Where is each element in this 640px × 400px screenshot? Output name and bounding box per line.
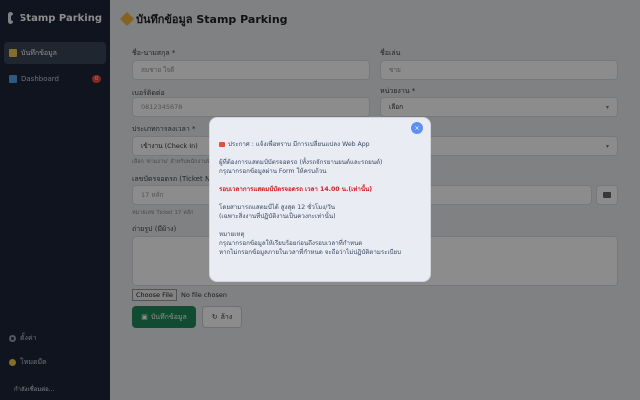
announcement-line: ผู้ที่ต้องการแสตมป์บัตรจอดรถ (ทั้งรถจักร…: [219, 159, 383, 166]
announcement-line: หากไม่กรอกข้อมูลภายในเวลาที่กำหนด จะถือว…: [219, 249, 402, 256]
announcement-line: (เฉพาะสิ่งงานที่ปฏิบัติงานเป็นควงกะเท่าน…: [219, 213, 336, 220]
announcement-line: ประกาศ : แจ้งเพื่อทราบ มีการเปลี่ยนแปลง …: [219, 140, 424, 149]
announcement-body: ประกาศ : แจ้งเพื่อทราบ มีการเปลี่ยนแปลง …: [219, 140, 424, 257]
announcement-line: กรุณากรอกข้อมูลผ่าน Form ให้ครบถ้วน: [219, 168, 327, 175]
announcement-note-title: หมายเหตุ: [219, 231, 245, 238]
close-button[interactable]: ×: [411, 122, 423, 134]
megaphone-icon: [219, 141, 225, 147]
announcement-deadline: รอบเวลาการแสตมป์บัตรจอดรถ เวลา 14.00 น.(…: [219, 186, 373, 193]
announcement-line: โดยสามารถแสตมป์ได้ สูงสุด 12 ชั่วโมง/วัน: [219, 204, 336, 211]
announcement-modal: × ประกาศ : แจ้งเพื่อทราบ มีการเปลี่ยนแปล…: [209, 117, 431, 282]
announcement-line: กรุณากรอกข้อมูลให้เรียบร้อยก่อนถึงรอบเวล…: [219, 240, 363, 247]
